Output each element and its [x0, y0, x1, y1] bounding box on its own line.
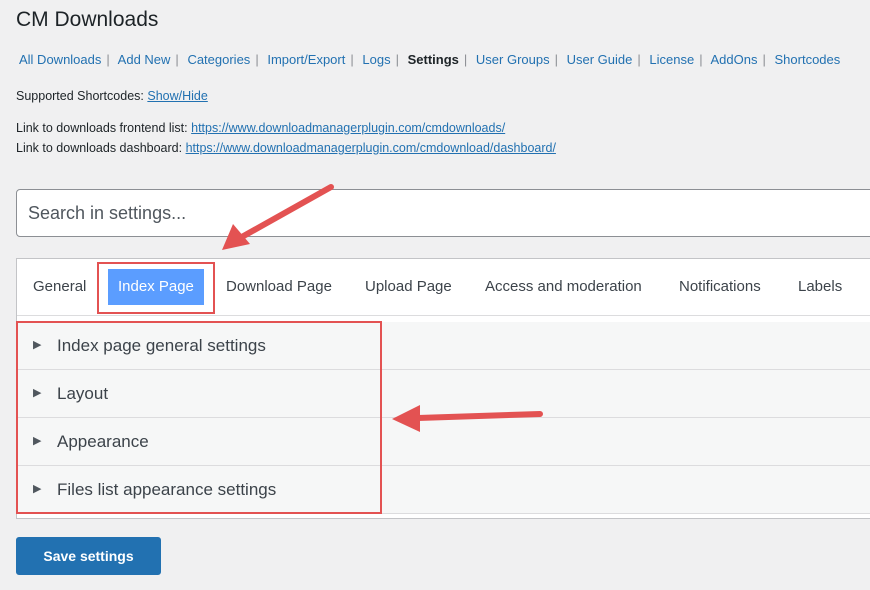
- triangle-right-icon: ▶: [33, 435, 42, 447]
- page-title: CM Downloads: [16, 8, 159, 31]
- tab-download-page[interactable]: Download Page: [226, 266, 332, 308]
- subnav-separator: |: [175, 52, 179, 67]
- save-settings-button[interactable]: Save settings: [16, 537, 161, 575]
- subnav-separator: |: [699, 52, 703, 67]
- tab-notifications[interactable]: Notifications: [679, 266, 761, 308]
- section-index-general[interactable]: ▶ Index page general settings: [17, 322, 870, 370]
- subnav-logs[interactable]: Logs: [362, 52, 390, 67]
- dashboard-link-label: Link to downloads dashboard:: [16, 141, 183, 155]
- tab-general[interactable]: General: [33, 266, 86, 308]
- subnav-user-guide[interactable]: User Guide: [567, 52, 633, 67]
- subnav-user-groups[interactable]: User Groups: [476, 52, 550, 67]
- subnav-separator: |: [463, 52, 468, 67]
- tab-index-page[interactable]: Index Page: [108, 269, 204, 305]
- shortcodes-toggle-link[interactable]: Show/Hide: [147, 89, 207, 103]
- settings-sections: ▶ Index page general settings ▶ Layout ▶…: [17, 322, 870, 514]
- section-appearance[interactable]: ▶ Appearance: [17, 418, 870, 466]
- tab-access-moderation[interactable]: Access and moderation: [485, 266, 642, 308]
- settings-tabs: General Index Page Download Page Upload …: [17, 259, 870, 316]
- section-layout[interactable]: ▶ Layout: [17, 370, 870, 418]
- subnav-license[interactable]: License: [649, 52, 694, 67]
- section-label: Appearance: [57, 432, 149, 451]
- section-label: Files list appearance settings: [57, 480, 277, 499]
- triangle-right-icon: ▶: [33, 387, 42, 399]
- tab-labels[interactable]: Labels: [798, 266, 842, 308]
- subnav-separator: |: [762, 52, 766, 67]
- subnav-separator: |: [255, 52, 259, 67]
- subnav-categories[interactable]: Categories: [187, 52, 250, 67]
- settings-search-input[interactable]: [16, 189, 870, 237]
- dashboard-link-line: Link to downloads dashboard: https://www…: [16, 141, 556, 155]
- triangle-right-icon: ▶: [33, 483, 42, 495]
- subnav-separator: |: [554, 52, 558, 67]
- subnav-separator: |: [637, 52, 641, 67]
- shortcodes-label: Supported Shortcodes:: [16, 89, 144, 103]
- subnav-add-new[interactable]: Add New: [118, 52, 171, 67]
- subnav-separator: |: [106, 52, 110, 67]
- subnav-shortcodes[interactable]: Shortcodes: [775, 52, 841, 67]
- subnav-separator: |: [350, 52, 354, 67]
- section-label: Layout: [57, 384, 109, 403]
- section-files-list-appearance[interactable]: ▶ Files list appearance settings: [17, 466, 870, 514]
- dashboard-link[interactable]: https://www.downloadmanagerplugin.com/cm…: [186, 141, 556, 155]
- subnav-addons[interactable]: AddOns: [711, 52, 758, 67]
- shortcodes-line: Supported Shortcodes: Show/Hide: [16, 89, 208, 103]
- frontend-link-label: Link to downloads frontend list:: [16, 121, 188, 135]
- settings-panel: General Index Page Download Page Upload …: [16, 258, 870, 519]
- subnav-settings[interactable]: Settings: [408, 52, 459, 67]
- frontend-link[interactable]: https://www.downloadmanagerplugin.com/cm…: [191, 121, 505, 135]
- subnav-import-export[interactable]: Import/Export: [267, 52, 345, 67]
- section-label: Index page general settings: [57, 336, 266, 355]
- frontend-link-line: Link to downloads frontend list: https:/…: [16, 121, 505, 135]
- tab-upload-page[interactable]: Upload Page: [365, 266, 452, 308]
- subnav-separator: |: [395, 52, 399, 67]
- triangle-right-icon: ▶: [33, 339, 42, 351]
- subnav-all-downloads[interactable]: All Downloads: [19, 52, 101, 67]
- settings-subnav: All Downloads | Add New | Categories | Impo…: [19, 52, 840, 67]
